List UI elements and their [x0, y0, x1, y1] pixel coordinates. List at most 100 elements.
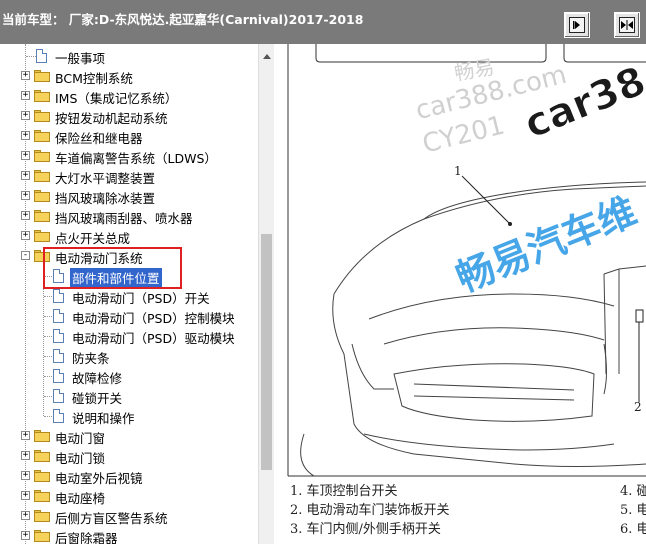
tree-child-psd-control-module[interactable]: 电动滑动门（PSD）控制模块: [0, 306, 258, 326]
tree-item-ldws[interactable]: + 车道偏离警告系统（LDWS）: [0, 146, 258, 166]
folder-icon: [34, 90, 50, 102]
folder-icon: [34, 130, 50, 142]
scroll-up-arrow-icon[interactable]: [263, 54, 271, 59]
tree-child-latch-switch[interactable]: 碰锁开关: [0, 386, 258, 406]
expand-toggle[interactable]: +: [21, 491, 30, 500]
title-bar: 当前车型： 厂家:D-东风悦达.起亚嘉华(Carnival)2017-2018: [0, 0, 646, 44]
tree-item-label: 说明和操作: [72, 411, 135, 426]
tree-item-power-windows[interactable]: + 电动门窗: [0, 426, 258, 446]
tree-child-psd-drive-module[interactable]: 电动滑动门（PSD）驱动模块: [0, 326, 258, 346]
legend-item: 2. 电动滑动车门装饰板开关: [290, 503, 450, 518]
folder-icon: [34, 450, 50, 462]
tree-item-label: 后窗除霜器: [55, 531, 118, 544]
legend-item: 5. 电: [620, 503, 646, 518]
tree-item-wipers[interactable]: + 挡风玻璃雨刮器、喷水器: [0, 206, 258, 226]
legend-item: 1. 车顶控制台开关: [290, 484, 398, 499]
tree-child-troubleshooting[interactable]: 故障检修: [0, 366, 258, 386]
collapse-toggle[interactable]: -: [21, 251, 30, 260]
tree-child-psd-switch[interactable]: 电动滑动门（PSD）开关: [0, 286, 258, 306]
document-icon: [53, 349, 64, 363]
folder-icon: [34, 490, 50, 502]
tree-item-power-mirrors[interactable]: + 电动室外后视镜: [0, 466, 258, 486]
tree-child-description[interactable]: 说明和操作: [0, 406, 258, 426]
tree-item-label: 电动室外后视镜: [55, 471, 143, 486]
tree-item-label: 故障检修: [72, 371, 123, 386]
tree-item-label: 大灯水平调整装置: [55, 171, 156, 186]
expand-toggle[interactable]: +: [21, 131, 30, 140]
tree-item-label: 挡风玻璃除冰装置: [55, 191, 156, 206]
tree-item-windshield-deicer[interactable]: + 挡风玻璃除冰装置: [0, 186, 258, 206]
tree-item-label: 后侧方盲区警告系统: [55, 511, 168, 526]
folder-icon: [34, 170, 50, 182]
folder-icon: [34, 470, 50, 482]
expand-pane-icon: [619, 17, 635, 33]
tree-item-fuses[interactable]: + 保险丝和继电器: [0, 126, 258, 146]
tree-item-label: 点火开关总成: [55, 231, 131, 246]
folder-icon: [34, 150, 50, 162]
document-icon: [53, 309, 64, 323]
tree-item-headlamp-leveling[interactable]: + 大灯水平调整装置: [0, 166, 258, 186]
tree-item-blind-spot[interactable]: + 后侧方盲区警告系统: [0, 506, 258, 526]
expand-toggle[interactable]: +: [21, 191, 30, 200]
tree-item-power-seats[interactable]: + 电动座椅: [0, 486, 258, 506]
expand-toggle[interactable]: +: [21, 451, 30, 460]
tree-item-label: 车道偏离警告系统（LDWS）: [55, 151, 217, 166]
expand-toggle[interactable]: +: [21, 231, 30, 240]
document-icon: [53, 289, 64, 303]
folder-icon: [34, 110, 50, 122]
tree-item-label: 电动滑动门（PSD）驱动模块: [72, 331, 235, 346]
tree-item-label: IMS（集成记忆系统）: [55, 91, 178, 106]
expand-toggle[interactable]: +: [21, 171, 30, 180]
expand-toggle[interactable]: +: [21, 111, 30, 120]
tree-item-label: 挡风玻璃雨刮器、喷水器: [55, 211, 193, 226]
folder-icon: [34, 190, 50, 202]
expand-toggle[interactable]: +: [21, 71, 30, 80]
tree-item-push-start[interactable]: + 按钮发动机起动系统: [0, 106, 258, 126]
tree-item-power-locks[interactable]: + 电动门锁: [0, 446, 258, 466]
legend-item: 6. 电: [620, 522, 646, 537]
expand-toggle[interactable]: +: [21, 431, 30, 440]
expand-toggle[interactable]: +: [21, 471, 30, 480]
callout-number: 1: [454, 164, 462, 178]
expand-pane-button[interactable]: [614, 12, 640, 38]
expand-toggle[interactable]: +: [21, 211, 30, 220]
document-icon: [53, 409, 64, 423]
legend-item: 4. 碰: [620, 484, 646, 499]
current-model-title: 当前车型： 厂家:D-东风悦达.起亚嘉华(Carnival)2017-2018: [2, 12, 364, 27]
tree-child-anti-pinch[interactable]: 防夹条: [0, 346, 258, 366]
tree-item-general[interactable]: 一般事项: [0, 46, 258, 66]
document-icon: [36, 49, 47, 63]
tree-item-bcm[interactable]: + BCM控制系统: [0, 66, 258, 86]
collapse-pane-button[interactable]: [564, 12, 590, 38]
diagram-pane: 畅易 car388.com CY201 car38 畅易汽车维 1 2 1. 车…: [274, 44, 646, 544]
tree-item-label: 电动座椅: [55, 491, 106, 506]
tree-pane: 一般事项 + BCM控制系统 + IMS（集成记忆系统） + 按钮发动机起动系统…: [0, 44, 258, 544]
expand-toggle[interactable]: +: [21, 511, 30, 520]
tree-item-rear-defroster[interactable]: + 后窗除霜器: [0, 526, 258, 544]
folder-icon: [34, 70, 50, 82]
tree-scrollbar[interactable]: [258, 44, 274, 544]
scrollbar-thumb[interactable]: [261, 234, 272, 470]
tree-item-label: 电动门窗: [55, 431, 106, 446]
document-icon: [53, 329, 64, 343]
highlight-box: [43, 247, 182, 289]
tree-item-label: 保险丝和继电器: [55, 131, 143, 146]
folder-icon: [34, 510, 50, 522]
expand-toggle[interactable]: +: [21, 91, 30, 100]
tree-item-label: 碰锁开关: [72, 391, 123, 406]
document-icon: [53, 369, 64, 383]
tree-item-label: 一般事项: [55, 51, 106, 66]
tree-item-ignition[interactable]: + 点火开关总成: [0, 226, 258, 246]
folder-icon: [34, 210, 50, 222]
tree-item-label: 电动滑动门（PSD）控制模块: [72, 311, 235, 326]
tree-item-label: 电动门锁: [55, 451, 106, 466]
tree-item-label: 按钮发动机起动系统: [55, 111, 168, 126]
collapse-pane-icon: [569, 17, 585, 33]
tree-item-label: 电动滑动门（PSD）开关: [72, 291, 210, 306]
tree-item-label: 防夹条: [72, 351, 110, 366]
expand-toggle[interactable]: +: [21, 151, 30, 160]
document-icon: [53, 389, 64, 403]
tree-item-ims[interactable]: + IMS（集成记忆系统）: [0, 86, 258, 106]
folder-icon: [34, 230, 50, 242]
expand-toggle[interactable]: +: [21, 531, 30, 540]
